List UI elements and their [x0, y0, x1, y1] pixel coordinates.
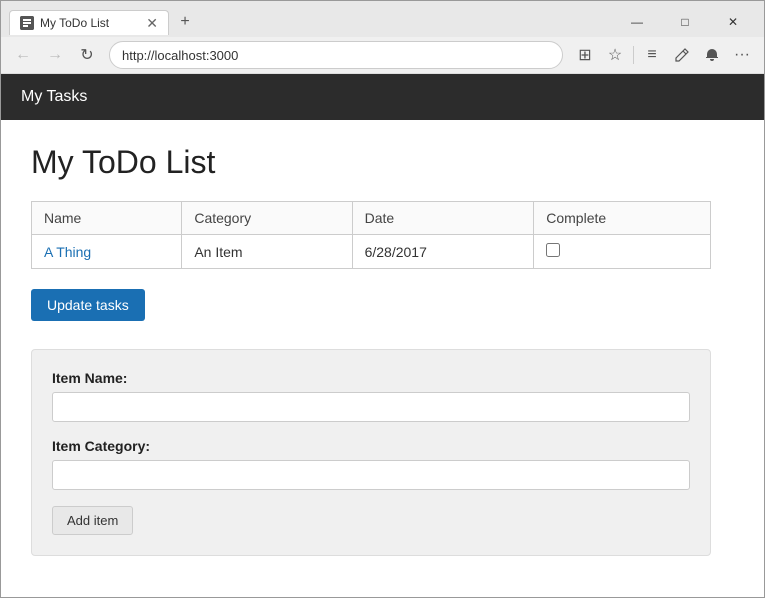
- reader-icon[interactable]: ⊞: [571, 41, 599, 69]
- close-button[interactable]: ✕: [710, 7, 756, 37]
- item-name-label: Item Name:: [52, 370, 690, 386]
- item-name-input[interactable]: [52, 392, 690, 422]
- browser-content: My Tasks My ToDo List Name Category Date…: [1, 74, 764, 597]
- minimize-button[interactable]: —: [614, 7, 660, 37]
- app-header-title: My Tasks: [21, 88, 87, 105]
- item-category-group: Item Category:: [52, 438, 690, 490]
- complete-checkbox[interactable]: [546, 243, 560, 257]
- cell-date: 6/28/2017: [352, 235, 534, 269]
- more-icon[interactable]: ···: [728, 41, 756, 69]
- edit-icon[interactable]: [668, 41, 696, 69]
- item-category-label: Item Category:: [52, 438, 690, 454]
- page-title: My ToDo List: [31, 144, 734, 181]
- add-item-button[interactable]: Add item: [52, 506, 133, 535]
- nav-divider: [633, 46, 634, 64]
- item-name-group: Item Name:: [52, 370, 690, 422]
- app-content: My ToDo List Name Category Date Complete…: [1, 120, 764, 580]
- col-category: Category: [182, 202, 352, 235]
- address-bar[interactable]: [109, 41, 563, 69]
- col-date: Date: [352, 202, 534, 235]
- update-tasks-button[interactable]: Update tasks: [31, 289, 145, 321]
- todo-table: Name Category Date Complete A ThingAn It…: [31, 201, 711, 269]
- nav-bar: ← → ↻ ⊞ ☆ ≡ ···: [1, 37, 764, 74]
- col-complete: Complete: [534, 202, 711, 235]
- add-item-form: Item Name: Item Category: Add item: [31, 349, 711, 556]
- table-row: A ThingAn Item6/28/2017: [32, 235, 711, 269]
- new-tab-button[interactable]: +: [173, 10, 197, 34]
- cell-name[interactable]: A Thing: [32, 235, 182, 269]
- reload-button[interactable]: ↻: [73, 41, 101, 69]
- back-button[interactable]: ←: [9, 41, 37, 69]
- tab-close-button[interactable]: ✕: [146, 16, 158, 30]
- nav-icons: ⊞ ☆ ≡ ···: [571, 41, 756, 69]
- tab-title: My ToDo List: [40, 16, 140, 30]
- col-name: Name: [32, 202, 182, 235]
- browser-window: My ToDo List ✕ + — □ ✕ ← → ↻ ⊞ ☆ ≡ ···: [0, 0, 765, 598]
- star-icon[interactable]: ☆: [601, 41, 629, 69]
- table-header-row: Name Category Date Complete: [32, 202, 711, 235]
- item-category-input[interactable]: [52, 460, 690, 490]
- tab-favicon: [20, 16, 34, 30]
- hamburger-icon[interactable]: ≡: [638, 41, 666, 69]
- tab-bar: My ToDo List ✕ + — □ ✕: [1, 1, 764, 37]
- maximize-button[interactable]: □: [662, 7, 708, 37]
- cell-category: An Item: [182, 235, 352, 269]
- forward-button[interactable]: →: [41, 41, 69, 69]
- window-controls: — □ ✕: [614, 7, 756, 37]
- app-header: My Tasks: [1, 74, 764, 120]
- active-tab[interactable]: My ToDo List ✕: [9, 10, 169, 35]
- bell-icon[interactable]: [698, 41, 726, 69]
- cell-complete[interactable]: [534, 235, 711, 269]
